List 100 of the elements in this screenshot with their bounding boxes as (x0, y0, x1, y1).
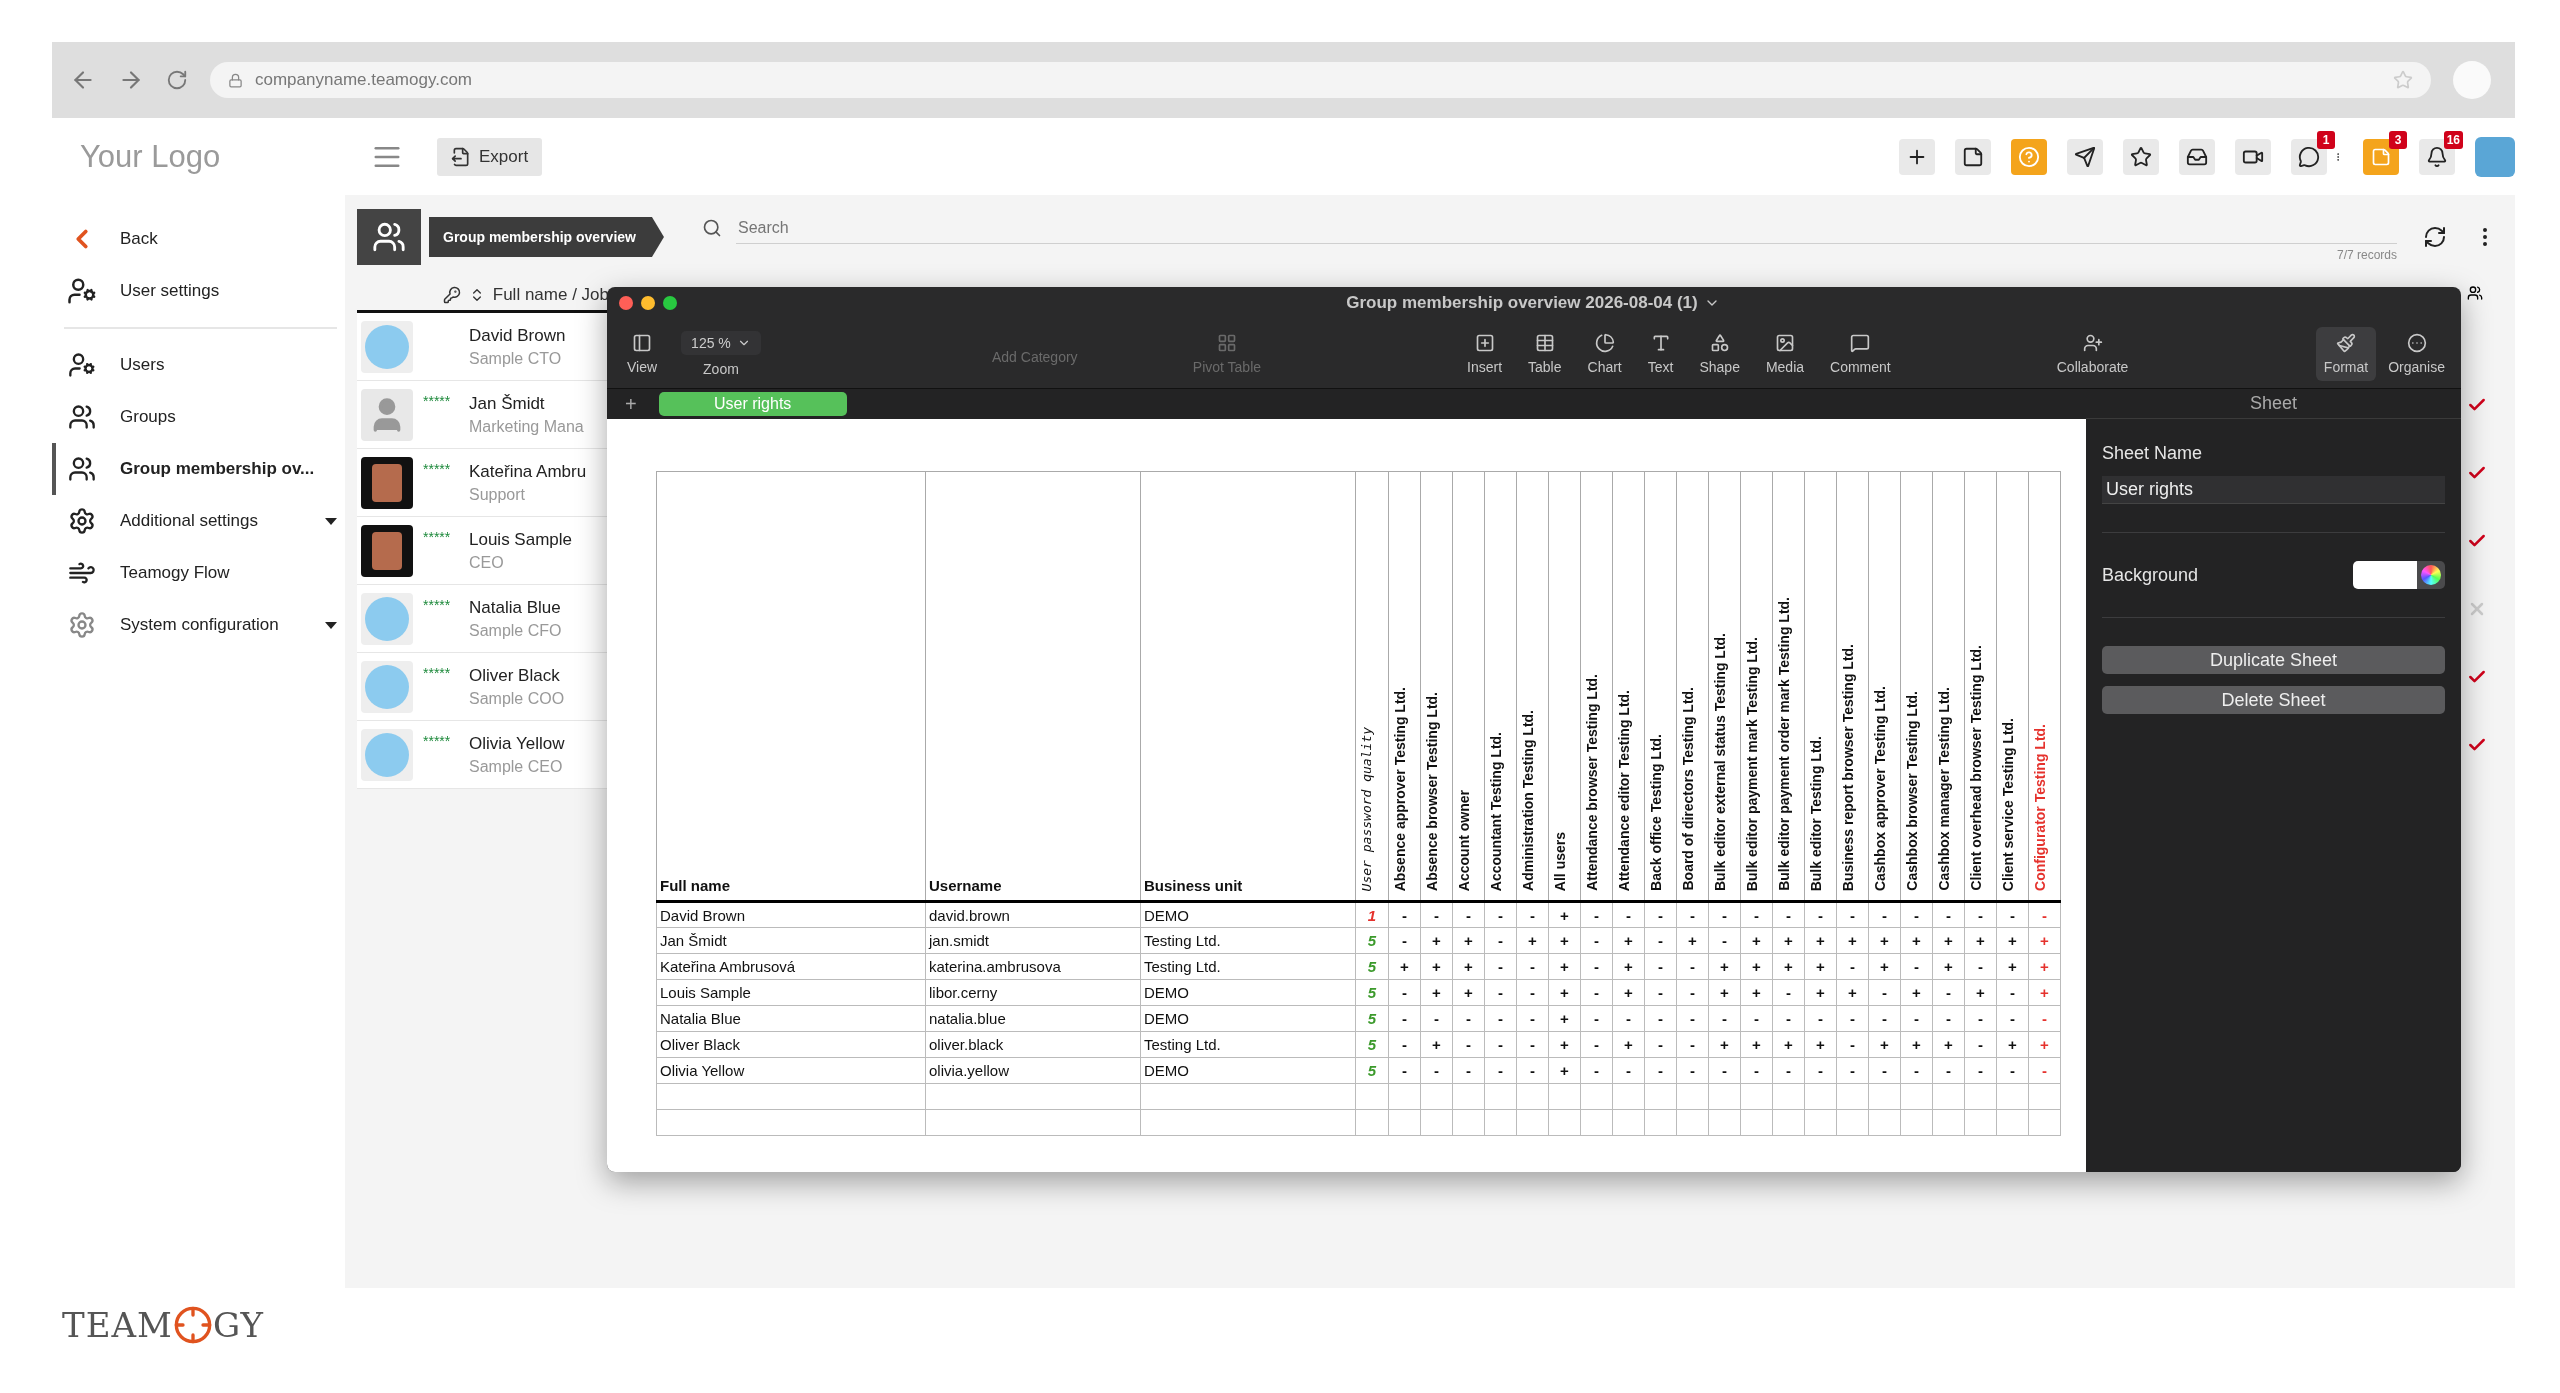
table-cell: - (1530, 1036, 1535, 1053)
column-header: Username (929, 877, 1002, 894)
table-cell: 5 (1367, 958, 1377, 975)
column-header: Administration Testing Ltd. (1520, 710, 1536, 891)
table-cell: + (1560, 984, 1569, 1001)
address-field[interactable]: companyname.teamogy.com (210, 62, 2431, 98)
panel-button[interactable]: Delete Sheet (2102, 686, 2445, 714)
table-cell: + (1912, 1036, 1921, 1053)
toolbar-button[interactable]: Collaborate (2048, 326, 2137, 381)
column-header: Full name (660, 877, 730, 894)
table-cell: + (1816, 984, 1825, 1001)
sidebar-item[interactable]: System configuration (52, 599, 345, 651)
list-row[interactable]: ***** Olivia Yellow Sample CEO (357, 721, 609, 789)
table-cell: libor.cerny (929, 984, 998, 1001)
table-cell: + (1848, 984, 1857, 1001)
back-link[interactable]: Back (52, 213, 345, 265)
table-cell: - (1786, 906, 1791, 924)
column-header: Bulk editor Testing Ltd. (1808, 735, 1824, 891)
table-cell: - (1498, 932, 1503, 949)
count-badge: 3 (2389, 130, 2407, 149)
table-cell: + (1464, 984, 1473, 1001)
list-row[interactable]: ***** Kateřina Ambru Support (357, 449, 609, 517)
table-cell: + (1432, 932, 1441, 949)
note-icon (1962, 145, 1984, 168)
panel-button[interactable]: Duplicate Sheet (2102, 646, 2445, 674)
sidebar-icon (632, 332, 653, 353)
toolbar-button[interactable]: Text (1639, 326, 1682, 381)
list-row[interactable]: ***** Natalia Blue Sample CFO (357, 585, 609, 653)
person-name: Olivia Yellow (469, 733, 565, 754)
sidebar-item[interactable]: Groups (52, 391, 345, 443)
toolbar-button[interactable]: Shape (1691, 326, 1748, 381)
sidebar-item[interactable]: Users (52, 339, 345, 391)
table-cell: Louis Sample (660, 984, 751, 1001)
table-cell: + (1912, 984, 1921, 1001)
window-title: Group membership overview 2026-08-04 (1) (1346, 293, 1698, 313)
color-wheel-icon[interactable] (2421, 565, 2441, 585)
list-row[interactable]: David Brown Sample CTO (357, 313, 609, 381)
person-name: David Brown (469, 325, 566, 346)
tray-button[interactable] (2179, 138, 2215, 175)
list-row[interactable]: ***** Jan Šmidt Marketing Mana (357, 381, 609, 449)
column-header: Bulk editor payment order mark Testing Ltd. (1776, 597, 1792, 891)
table-cell: - (1690, 1036, 1695, 1053)
toolbar-button[interactable]: Format (2315, 326, 2377, 381)
table-cell: + (1400, 958, 1409, 975)
send-button[interactable] (2067, 138, 2103, 175)
photo-placeholder (361, 320, 413, 373)
toolbar-button[interactable]: Chart (1579, 326, 1630, 381)
note-button[interactable] (1955, 138, 1991, 175)
search-field[interactable]: Search (735, 212, 2397, 244)
toolbar-button[interactable]: Comment (1822, 326, 1899, 381)
avatar[interactable] (2475, 136, 2515, 177)
color-well[interactable] (2353, 561, 2445, 589)
table-cell: + (1528, 932, 1537, 949)
toolbar-button[interactable]: Insert (1459, 326, 1511, 381)
star-button[interactable] (2123, 138, 2159, 175)
field-label: Background (2102, 564, 2199, 586)
table-cell: 5 (1367, 1036, 1377, 1053)
zoom-window-button[interactable] (663, 296, 677, 310)
column-header: User password quality (1359, 726, 1374, 891)
table-cell: - (1434, 1062, 1439, 1079)
table-cell: + (1752, 984, 1761, 1001)
plus-button[interactable] (1899, 138, 1935, 175)
column-header: Business report browser Testing Ltd. (1840, 643, 1856, 891)
table-cell: - (1978, 958, 1983, 975)
export-icon (451, 146, 471, 167)
table-cell: - (1594, 1062, 1599, 1079)
add-sheet-button[interactable]: + (621, 392, 641, 416)
refresh-icon[interactable] (2423, 225, 2447, 249)
toolbar-button[interactable]: Media (1757, 326, 1813, 381)
minimize-window-button[interactable] (641, 296, 655, 310)
sheet-name-field[interactable]: User rights (2102, 476, 2445, 504)
export-button[interactable]: Export (437, 137, 543, 176)
toolbar-button[interactable]: Organise (2380, 326, 2453, 381)
table-cell: - (1594, 958, 1599, 975)
table-cell: Olivia Yellow (660, 1062, 745, 1079)
sidebar-item[interactable]: Additional settings (52, 495, 345, 547)
zoom-dropdown[interactable]: 125 % (681, 330, 761, 355)
table-cell: - (1466, 1062, 1471, 1079)
table-cell: 5 (1367, 932, 1377, 949)
users-icon (68, 403, 96, 431)
table-cell: - (1434, 906, 1439, 924)
bookmark-star-icon[interactable] (2393, 70, 2413, 90)
column-header[interactable]: Full name / Job (492, 284, 609, 305)
video-camera-button[interactable] (2235, 138, 2271, 175)
toolbar-button[interactable]: Table (1520, 326, 1570, 381)
table-cell: - (1946, 984, 1951, 1001)
count-badge: 16 (2443, 130, 2463, 149)
toolbar-button[interactable]: View (619, 326, 666, 381)
table-cell: Oliver Black (660, 1036, 741, 1053)
sidebar-item[interactable]: Teamogy Flow (52, 547, 345, 599)
list-row[interactable]: ***** Louis Sample CEO (357, 517, 609, 585)
column-header: Back office Testing Ltd. (1648, 734, 1664, 891)
column-header: Account owner (1456, 789, 1472, 891)
list-row[interactable]: ***** Oliver Black Sample COO (357, 653, 609, 721)
table-cell: - (1658, 984, 1663, 1001)
sidebar-item[interactable]: User settings (52, 265, 345, 317)
close-window-button[interactable] (619, 296, 633, 310)
reload-icon[interactable] (166, 69, 188, 91)
table-cell: + (2040, 958, 2049, 975)
table-cell: + (1752, 958, 1761, 975)
